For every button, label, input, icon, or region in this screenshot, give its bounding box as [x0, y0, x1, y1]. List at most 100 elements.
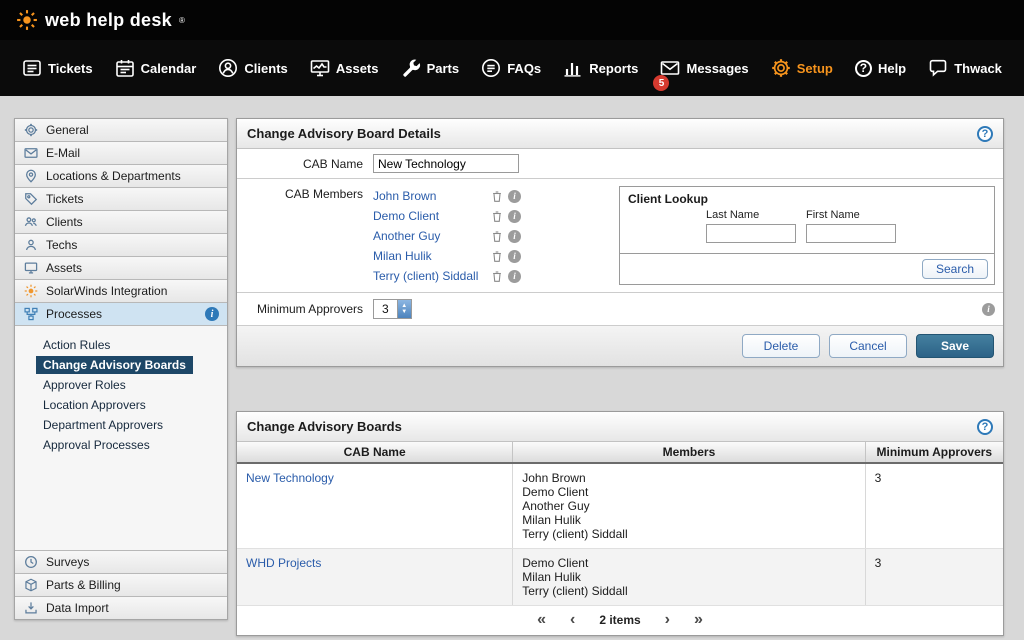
info-icon[interactable]: i — [982, 303, 995, 316]
calendar-icon — [115, 58, 135, 78]
sidebar-link-change-advisory-boards[interactable]: Change Advisory Boards — [15, 356, 227, 374]
nav-tickets[interactable]: Tickets — [22, 58, 93, 78]
first-name-input[interactable] — [806, 224, 896, 243]
member-link[interactable]: John Brown — [373, 189, 491, 203]
info-icon[interactable]: i — [508, 250, 521, 263]
info-icon[interactable]: i — [508, 230, 521, 243]
sidebar-link-label: Approval Processes — [43, 438, 150, 452]
nav-thwack[interactable]: Thwack — [928, 58, 1002, 78]
sidebar-item-label: E-Mail — [46, 146, 80, 160]
sidebar-item-tickets[interactable]: Tickets — [15, 188, 227, 211]
sidebar-item-parts-billing[interactable]: Parts & Billing — [15, 573, 227, 596]
client-lookup-title: Client Lookup — [620, 187, 994, 209]
nav-help[interactable]: ? Help — [855, 60, 906, 77]
members-cell: John Brown Demo Client Another Guy Milan… — [513, 463, 865, 549]
help-icon[interactable]: ? — [977, 126, 993, 142]
last-page-button[interactable]: » — [694, 613, 703, 627]
nav-messages[interactable]: 5 Messages — [660, 58, 748, 78]
min-approvers-select[interactable]: 3 ▲ ▼ — [373, 299, 412, 319]
sidebar-item-general[interactable]: General — [15, 119, 227, 142]
trash-icon[interactable] — [491, 230, 503, 243]
faqs-icon — [481, 58, 501, 78]
cab-table: CAB Name Members Minimum Approvers New T… — [237, 442, 1003, 606]
stepper-down-icon[interactable]: ▼ — [401, 309, 407, 315]
member-row: Terry (client) Siddall i — [373, 266, 619, 286]
nav-parts[interactable]: Parts — [401, 58, 460, 78]
nav-assets[interactable]: Assets — [310, 58, 379, 78]
nav-calendar[interactable]: Calendar — [115, 58, 197, 78]
envelope-icon — [23, 146, 38, 160]
solarwinds-sun-icon — [16, 9, 38, 31]
details-actions: Delete Cancel Save — [237, 326, 1003, 366]
sidebar-link-label: Action Rules — [43, 338, 110, 352]
logo-bar: web help desk ® — [0, 0, 1024, 40]
sidebar-item-data-import[interactable]: Data Import — [15, 596, 227, 619]
cab-members-label: CAB Members — [245, 185, 373, 201]
sidebar-item-clients[interactable]: Clients — [15, 211, 227, 234]
sidebar-link-action-rules[interactable]: Action Rules — [15, 336, 227, 354]
sidebar-item-surveys[interactable]: Surveys — [15, 550, 227, 573]
prev-page-button[interactable]: ‹ — [570, 613, 575, 627]
messages-icon: 5 — [660, 58, 680, 78]
sidebar-link-department-approvers[interactable]: Department Approvers — [15, 416, 227, 434]
trash-icon[interactable] — [491, 270, 503, 283]
info-icon[interactable]: i — [508, 270, 521, 283]
nav-label: Reports — [589, 61, 638, 76]
info-icon[interactable]: i — [508, 190, 521, 203]
sidebar-item-locations-departments[interactable]: Locations & Departments — [15, 165, 227, 188]
cancel-button[interactable]: Cancel — [829, 334, 907, 358]
info-icon[interactable]: i — [508, 210, 521, 223]
sidebar-item-techs[interactable]: Techs — [15, 234, 227, 257]
sidebar-link-label: Location Approvers — [43, 398, 146, 412]
sidebar-item-label: Techs — [46, 238, 77, 252]
sidebar-item-solarwinds-integration[interactable]: SolarWinds Integration — [15, 280, 227, 303]
sidebar-item-assets[interactable]: Assets — [15, 257, 227, 280]
sidebar-link-location-approvers[interactable]: Location Approvers — [15, 396, 227, 414]
nav-label: Parts — [427, 61, 460, 76]
trash-icon[interactable] — [491, 250, 503, 263]
delete-button[interactable]: Delete — [742, 334, 820, 358]
sidebar-item-email[interactable]: E-Mail — [15, 142, 227, 165]
nav-reports[interactable]: Reports — [563, 58, 638, 78]
parts-icon — [401, 58, 421, 78]
member-link[interactable]: Another Guy — [373, 229, 491, 243]
first-name-field-group: First Name — [806, 209, 896, 243]
app-logo[interactable]: web help desk ® — [16, 9, 185, 31]
sidebar-link-approver-roles[interactable]: Approver Roles — [15, 376, 227, 394]
process-flow-icon — [23, 307, 38, 321]
help-icon[interactable]: ? — [977, 419, 993, 435]
member-link[interactable]: Milan Hulik — [373, 249, 491, 263]
last-name-input[interactable] — [706, 224, 796, 243]
clock-icon — [23, 555, 38, 569]
trash-icon[interactable] — [491, 190, 503, 203]
cab-list-panel: Change Advisory Boards ? CAB Name Member… — [236, 411, 1004, 636]
person-icon — [23, 238, 38, 252]
logo-text: web help desk — [45, 10, 172, 31]
cab-name-input[interactable] — [373, 154, 519, 173]
sidebar-item-label: General — [46, 123, 89, 137]
client-lookup-footer: Search — [620, 253, 994, 284]
panel-title: Change Advisory Boards — [247, 419, 402, 434]
stepper-arrows-icon[interactable]: ▲ ▼ — [397, 300, 411, 318]
nav-label: Tickets — [48, 61, 93, 76]
cab-name-link[interactable]: WHD Projects — [246, 556, 321, 570]
sidebar-link-approval-processes[interactable]: Approval Processes — [15, 436, 227, 454]
trash-icon[interactable] — [491, 210, 503, 223]
member-row: Demo Client i — [373, 206, 619, 226]
gear-icon — [23, 123, 38, 137]
info-icon[interactable]: i — [205, 307, 219, 321]
nav-setup[interactable]: Setup — [771, 58, 833, 78]
member-link[interactable]: Demo Client — [373, 209, 491, 223]
nav-faqs[interactable]: FAQs — [481, 58, 541, 78]
nav-clients[interactable]: Clients — [218, 58, 287, 78]
cab-name-link[interactable]: New Technology — [246, 471, 334, 485]
search-button[interactable]: Search — [922, 259, 988, 279]
col-header-members: Members — [513, 442, 865, 463]
next-page-button[interactable]: › — [665, 613, 670, 627]
sidebar-item-processes[interactable]: Processes i — [15, 303, 227, 326]
sidebar-link-label: Department Approvers — [43, 418, 163, 432]
member-link[interactable]: Terry (client) Siddall — [373, 269, 491, 283]
save-button[interactable]: Save — [916, 334, 994, 358]
tickets-icon — [22, 58, 42, 78]
first-page-button[interactable]: « — [537, 613, 546, 627]
